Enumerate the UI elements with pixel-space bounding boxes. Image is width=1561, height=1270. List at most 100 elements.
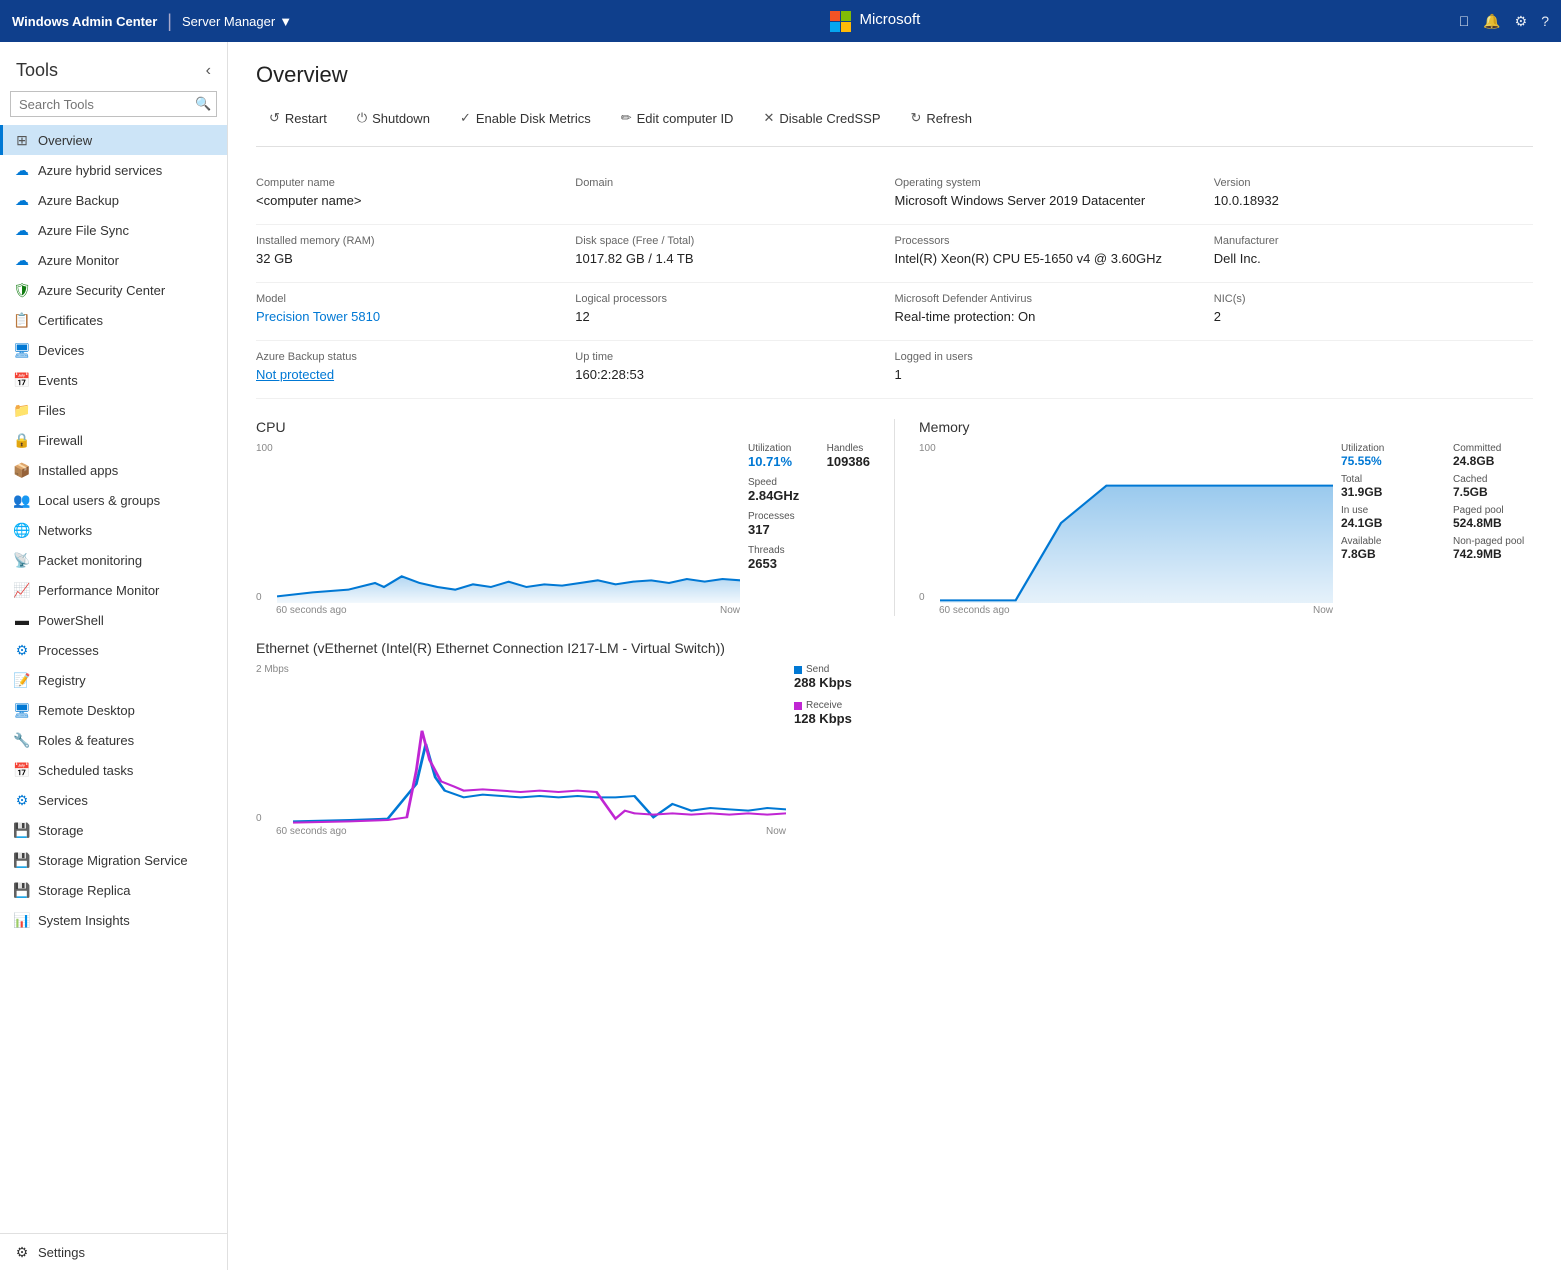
cpu-x-labels: 60 seconds ago Now [276, 605, 740, 616]
storage-icon: 💾 [14, 822, 30, 838]
computer-name-label: Computer name [256, 177, 561, 189]
sidebar-item-files[interactable]: 📁Files [0, 395, 227, 425]
charts-row: CPU 100 0 [256, 419, 1533, 616]
cpu-handles-value: 109386 [827, 454, 870, 469]
sidebar-item-firewall[interactable]: 🔒Firewall [0, 425, 227, 455]
nic-value: 2 [1214, 309, 1519, 324]
sidebar-item-installed-apps[interactable]: 📦Installed apps [0, 455, 227, 485]
mem-committed-stat: Committed 24.8GB [1453, 443, 1533, 468]
sidebar-item-label-local-users: Local users & groups [38, 493, 160, 508]
shutdown-button[interactable]: ⏻ Shutdown [344, 104, 443, 132]
sidebar-item-label-networks: Networks [38, 523, 92, 538]
uptime-value: 160:2:28:53 [575, 367, 880, 382]
mem-cached-stat: Cached 7.5GB [1453, 474, 1533, 499]
sidebar-item-performance-monitor[interactable]: 📈Performance Monitor [0, 575, 227, 605]
roles-features-icon: 🔧 [14, 732, 30, 748]
backup-status-cell: Azure Backup status Not protected [256, 341, 575, 399]
network-area: 2 Mbps 0 60 sec [256, 664, 1533, 837]
mem-committed-label: Committed [1453, 443, 1533, 454]
refresh-button[interactable]: ↻ Refresh [898, 104, 985, 132]
sidebar-item-azure-monitor[interactable]: ☁Azure Monitor [0, 245, 227, 275]
version-cell: Version 10.0.18932 [1214, 167, 1533, 225]
defender-cell: Microsoft Defender Antivirus Real-time p… [895, 283, 1214, 341]
sidebar-item-label-system-insights: System Insights [38, 913, 130, 928]
sidebar-item-packet-monitoring[interactable]: 📡Packet monitoring [0, 545, 227, 575]
sidebar-item-registry[interactable]: 📝Registry [0, 665, 227, 695]
azure-backup-icon: ☁ [14, 192, 30, 208]
collapse-sidebar-button[interactable]: ‹ [206, 62, 211, 80]
settings-nav-item[interactable]: ⚙ Settings [0, 1233, 227, 1270]
sidebar-item-label-devices: Devices [38, 343, 84, 358]
ms-red-square [830, 11, 840, 21]
defender-value: Real-time protection: On [895, 309, 1200, 324]
main-layout: Tools ‹ 🔍 ⊞Overview☁Azure hybrid service… [0, 42, 1561, 1270]
gear-icon[interactable]: ⚙ [1515, 13, 1528, 30]
cpu-threads-value: 2653 [748, 556, 870, 571]
sidebar-item-storage-migration[interactable]: 💾Storage Migration Service [0, 845, 227, 875]
sidebar: Tools ‹ 🔍 ⊞Overview☁Azure hybrid service… [0, 42, 228, 1270]
sidebar-item-azure-backup[interactable]: ☁Azure Backup [0, 185, 227, 215]
sidebar-item-azure-hybrid[interactable]: ☁Azure hybrid services [0, 155, 227, 185]
search-tools-container: 🔍 [10, 91, 217, 117]
sidebar-item-storage-replica[interactable]: 💾Storage Replica [0, 875, 227, 905]
cpu-stat-row1: Utilization 10.71% Handles 109386 [748, 443, 870, 469]
performance-monitor-icon: 📈 [14, 582, 30, 598]
domain-label: Domain [575, 177, 880, 189]
sidebar-item-azure-security[interactable]: 🛡Azure Security Center [0, 275, 227, 305]
sidebar-item-services[interactable]: ⚙Services [0, 785, 227, 815]
ms-text: Microsoft [859, 11, 920, 32]
networks-icon: 🌐 [14, 522, 30, 538]
sidebar-item-label-storage: Storage [38, 823, 84, 838]
manufacturer-label: Manufacturer [1214, 235, 1519, 247]
network-receive-label: Receive [794, 700, 926, 711]
backup-status-value[interactable]: Not protected [256, 367, 561, 382]
overview-icon: ⊞ [14, 132, 30, 148]
sidebar-item-azure-file-sync[interactable]: ☁Azure File Sync [0, 215, 227, 245]
events-icon: 📅 [14, 372, 30, 388]
mem-inuse-label: In use [1341, 505, 1421, 516]
disable-credssp-button[interactable]: ✕ Disable CredSSP [750, 104, 893, 132]
memory-stat-row4: Available 7.8GB Non-paged pool 742.9MB [1341, 536, 1533, 561]
sidebar-item-remote-desktop[interactable]: 🖥Remote Desktop [0, 695, 227, 725]
mem-nonpaged-label: Non-paged pool [1453, 536, 1533, 547]
edit-computer-id-button[interactable]: ✏ Edit computer ID [608, 104, 747, 132]
server-manager-dropdown[interactable]: Server Manager ▼ [182, 14, 292, 29]
help-icon[interactable]: ? [1541, 13, 1549, 29]
restart-button[interactable]: ↺ Restart [256, 104, 340, 132]
sidebar-item-devices[interactable]: 🖥Devices [0, 335, 227, 365]
sidebar-item-label-services: Services [38, 793, 88, 808]
memory-graph [940, 443, 1333, 603]
sidebar-item-label-azure-monitor: Azure Monitor [38, 253, 119, 268]
sidebar-item-events[interactable]: 📅Events [0, 365, 227, 395]
mem-cached-value: 7.5GB [1453, 485, 1533, 499]
sidebar-item-label-roles-features: Roles & features [38, 733, 134, 748]
cpu-chart-area: 100 0 [256, 443, 870, 616]
enable-disk-metrics-button[interactable]: ✓ Enable Disk Metrics [447, 104, 604, 132]
memory-x-labels: 60 seconds ago Now [939, 605, 1333, 616]
sidebar-item-local-users[interactable]: 👥Local users & groups [0, 485, 227, 515]
bell-icon[interactable]: 🔔 [1483, 13, 1500, 30]
disk-label: Disk space (Free / Total) [575, 235, 880, 247]
mem-utilization-label: Utilization [1341, 443, 1421, 454]
sidebar-item-storage[interactable]: 💾 Storage [0, 815, 227, 845]
sidebar-item-certificates[interactable]: 📋Certificates [0, 305, 227, 335]
cpu-processes-label: Processes [748, 511, 870, 522]
ram-label: Installed memory (RAM) [256, 235, 561, 247]
sidebar-item-scheduled-tasks[interactable]: 📅Scheduled tasks [0, 755, 227, 785]
sidebar-item-label-azure-file-sync: Azure File Sync [38, 223, 129, 238]
topbar: Windows Admin Center | Server Manager ▼ … [0, 0, 1561, 42]
terminal-icon[interactable]:  [1459, 13, 1470, 29]
os-value: Microsoft Windows Server 2019 Datacenter [895, 193, 1200, 208]
cpu-handles-stat: Handles 109386 [827, 443, 870, 469]
processors-label: Processors [895, 235, 1200, 247]
sidebar-item-overview[interactable]: ⊞Overview [0, 125, 227, 155]
sidebar-item-system-insights[interactable]: 📊System Insights [0, 905, 227, 935]
empty-cell [1214, 341, 1533, 399]
sidebar-item-powershell[interactable]: ▬PowerShell [0, 605, 227, 635]
sidebar-item-processes[interactable]: ⚙Processes [0, 635, 227, 665]
search-tools-input[interactable] [19, 97, 195, 112]
sidebar-item-roles-features[interactable]: 🔧 Roles & features [0, 725, 227, 755]
sidebar-item-networks[interactable]: 🌐 Networks [0, 515, 227, 545]
sidebar-item-label-firewall: Firewall [38, 433, 83, 448]
registry-icon: 📝 [14, 672, 30, 688]
